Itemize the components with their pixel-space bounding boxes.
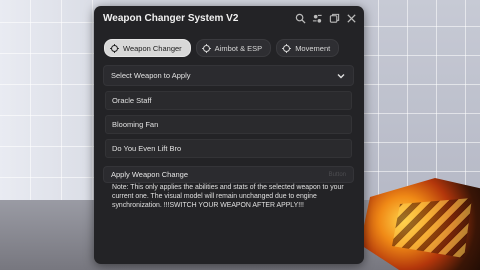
background-wall-right bbox=[350, 0, 480, 200]
window-title: Weapon Changer System V2 bbox=[103, 13, 239, 24]
weapon-select-dropdown[interactable]: Select Weapon to Apply bbox=[103, 65, 354, 86]
tab-label: Aimbot & ESP bbox=[214, 43, 263, 53]
target-icon bbox=[201, 43, 211, 53]
weapon-changer-window: Weapon Changer System V2 Weapon Changer bbox=[94, 6, 364, 264]
weapon-option-do-you-even-lift-bro[interactable]: Do You Even Lift Bro bbox=[105, 139, 352, 158]
tab-weapon-changer[interactable]: Weapon Changer bbox=[104, 39, 191, 57]
apply-weapon-change-button[interactable]: Apply Weapon Change Button bbox=[103, 166, 354, 183]
option-label: Oracle Staff bbox=[112, 96, 152, 105]
tab-bar: Weapon Changer Aimbot & ESP Movement bbox=[104, 39, 340, 57]
close-icon[interactable] bbox=[345, 12, 357, 24]
apply-label: Apply Weapon Change bbox=[111, 170, 188, 179]
settings-icon[interactable] bbox=[311, 12, 323, 24]
tab-label: Movement bbox=[295, 43, 331, 53]
window-icon[interactable] bbox=[328, 12, 340, 24]
weapon-option-oracle-staff[interactable]: Oracle Staff bbox=[105, 91, 352, 110]
tab-label: Weapon Changer bbox=[123, 43, 182, 53]
button-hint: Button bbox=[328, 171, 346, 178]
title-bar[interactable]: Weapon Changer System V2 bbox=[94, 6, 364, 34]
target-icon bbox=[282, 43, 292, 53]
weapon-option-blooming-fan[interactable]: Blooming Fan bbox=[105, 115, 352, 134]
tab-aimbot-esp[interactable]: Aimbot & ESP bbox=[195, 39, 272, 57]
target-icon bbox=[110, 43, 119, 53]
tab-movement[interactable]: Movement bbox=[276, 39, 340, 57]
option-label: Blooming Fan bbox=[112, 120, 159, 129]
apply-note: Note: This only applies the abilities an… bbox=[112, 184, 344, 210]
option-label: Do You Even Lift Bro bbox=[112, 144, 182, 153]
search-icon[interactable] bbox=[294, 12, 306, 24]
title-icons bbox=[294, 12, 357, 24]
dropdown-label: Select Weapon to Apply bbox=[111, 71, 191, 80]
chevron-down-icon[interactable] bbox=[336, 71, 346, 81]
